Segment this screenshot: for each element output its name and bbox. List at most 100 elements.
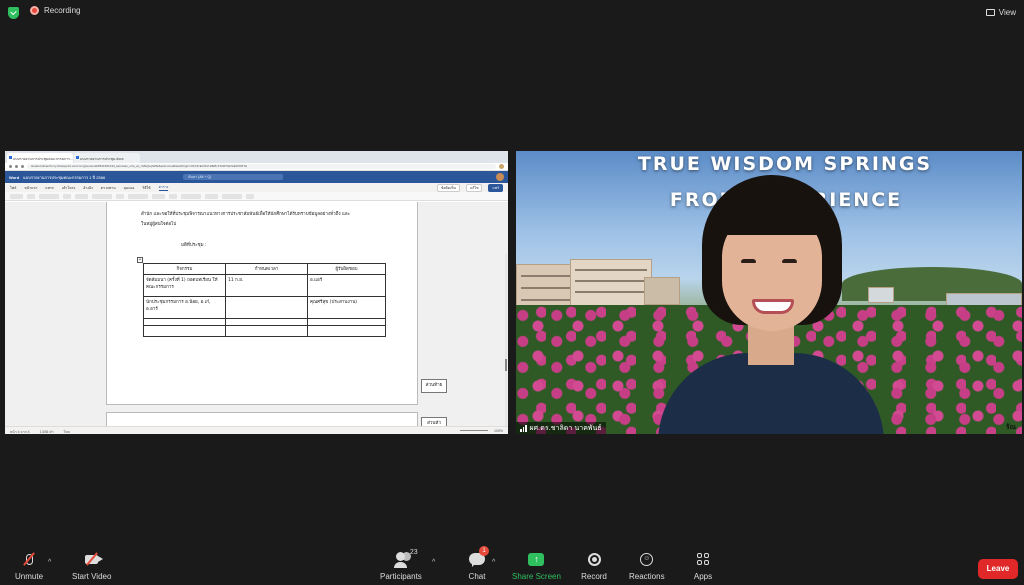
- footer-label-button[interactable]: ส่วนท้าย: [421, 379, 447, 393]
- word-user-avatar[interactable]: [496, 173, 504, 181]
- ribbon-control[interactable]: [75, 193, 88, 199]
- smiley-icon: ☺: [640, 552, 654, 566]
- chat-button[interactable]: 1 Chat: [464, 546, 490, 581]
- table-cell[interactable]: [143, 318, 226, 326]
- ribbon-tab-references[interactable]: อ้างอิง: [83, 185, 93, 191]
- ribbon-tab-help[interactable]: วิธีใช้: [142, 185, 150, 191]
- table-header-cell[interactable]: ผู้รับผิดชอบ: [307, 263, 386, 275]
- table-cell[interactable]: 11 ก.ย.: [225, 274, 308, 297]
- table-cell[interactable]: [307, 325, 386, 337]
- forward-icon[interactable]: [15, 165, 18, 168]
- editing-button[interactable]: แก้ไข: [465, 183, 483, 192]
- browser-tab-2[interactable]: แบบรายงานการประชุม.docx: [74, 153, 140, 163]
- background-building: [868, 287, 894, 303]
- profile-avatar[interactable]: [499, 164, 504, 169]
- leave-button[interactable]: Leave: [978, 559, 1018, 579]
- ribbon-control[interactable]: [128, 193, 148, 199]
- chat-caret-icon[interactable]: ^: [492, 559, 495, 566]
- table-cell[interactable]: นักประชุมกรรมการ อ.น้อย, อ.เก๋, อ.อาร์: [143, 296, 226, 319]
- view-grid-icon: [985, 9, 995, 16]
- table-cell[interactable]: [225, 296, 308, 319]
- security-shield-icon[interactable]: [8, 7, 19, 19]
- share-doc-button[interactable]: แชร์: [488, 183, 503, 192]
- language[interactable]: ไทย: [64, 429, 70, 434]
- table-header-cell[interactable]: กำหนดเวลา: [225, 263, 308, 275]
- document-scrollbar[interactable]: [505, 254, 507, 434]
- word-app-name[interactable]: Word: [9, 175, 19, 180]
- audio-options-caret-icon[interactable]: ^: [48, 559, 51, 566]
- table-cell[interactable]: [307, 318, 386, 326]
- recording-indicator[interactable]: Recording: [30, 6, 80, 15]
- reactions-button[interactable]: ☺ Reactions: [629, 549, 665, 581]
- ribbon-control[interactable]: [116, 193, 124, 199]
- apps-label: Apps: [693, 572, 713, 581]
- ribbon-control[interactable]: [152, 193, 165, 199]
- person-eye: [782, 259, 797, 263]
- table-cell[interactable]: อ.แอร์: [307, 274, 386, 297]
- table-cell[interactable]: [225, 325, 308, 337]
- chat-icon: 1: [464, 546, 490, 569]
- document-canvas[interactable]: สำนัก และขอให้ที่ประชุมพิจารณาแนวทางการป…: [5, 202, 508, 434]
- unmute-button[interactable]: Unmute: [15, 549, 43, 581]
- ribbon-control[interactable]: [92, 193, 112, 199]
- ribbon-tab-review[interactable]: ตรวจทาน: [101, 185, 116, 191]
- doc-table[interactable]: กิจกรรม กำหนดเวลา ผู้รับผิดชอบ จัดสัมมนา…: [143, 263, 386, 337]
- ribbon-tabs: ไฟล์ หน้าแรก แทรก เค้าโครง อ้างอิง ตรวจท…: [5, 183, 508, 192]
- ribbon-control[interactable]: [63, 193, 71, 199]
- banner-line-1: TRUE WISDOM SPRINGS: [637, 153, 933, 175]
- comments-button[interactable]: ข้อคิดเห็น: [436, 183, 460, 192]
- start-video-button[interactable]: Start Video: [72, 549, 111, 581]
- ribbon-control[interactable]: [222, 193, 242, 199]
- person-eye: [741, 259, 756, 263]
- table-row: [143, 318, 386, 326]
- ribbon-control[interactable]: [169, 193, 177, 199]
- record-button[interactable]: Record: [581, 549, 607, 581]
- word-search-box[interactable]: ค้นหา (Alt + Q): [183, 174, 284, 180]
- participants-button[interactable]: 23 Participants: [380, 549, 422, 581]
- table-cell[interactable]: [143, 325, 226, 337]
- participants-label: Participants: [380, 572, 422, 581]
- doc-heading: มติที่ประชุม :: [181, 243, 207, 248]
- table-header-cell[interactable]: กิจกรรม: [143, 263, 226, 275]
- ribbon-tab-home[interactable]: หน้าแรก: [24, 185, 37, 191]
- url-field[interactable]: studentmfuacth-my.sharepoint.com/:w:/g/p…: [27, 164, 496, 169]
- shared-screen[interactable]: แบบรายงานการประชุมคณะกรรมการ... แบบรายงา…: [5, 151, 508, 434]
- page-count: หน้า 4 จาก 4: [10, 430, 30, 434]
- doc-title[interactable]: แบบรายงานการประชุมคณะกรรมการ 1 ปี 2566: [23, 174, 105, 181]
- zoom-controls: 100%: [460, 429, 503, 433]
- ribbon-control[interactable]: [10, 193, 23, 199]
- audio-level-icon: [520, 424, 527, 432]
- ribbon-tab-insert[interactable]: แทรก: [45, 185, 54, 191]
- participants-caret-icon[interactable]: ^: [432, 559, 435, 566]
- back-icon[interactable]: [9, 165, 12, 168]
- person-neck: [748, 325, 794, 365]
- ribbon-control[interactable]: [246, 193, 254, 199]
- view-button[interactable]: View: [985, 8, 1016, 17]
- participant-name-tag: ผศ.ดร.ชาลิดา นาคพันธ์: [516, 422, 606, 434]
- share-screen-button[interactable]: ↑ Share Screen: [512, 549, 561, 581]
- ribbon-control[interactable]: [181, 193, 201, 199]
- reactions-label: Reactions: [629, 572, 665, 581]
- ribbon-tab-layout[interactable]: เค้าโครง: [62, 185, 75, 191]
- table-row: จัดสัมมนา (ครั้งที่ 1) ถอดบทเรียน ให้คณะ…: [143, 274, 386, 297]
- meeting-topbar: Recording View: [0, 0, 1024, 26]
- ribbon-control[interactable]: [205, 193, 218, 199]
- table-cell[interactable]: จัดสัมมนา (ครั้งที่ 1) ถอดบทเรียน ให้คณะ…: [143, 274, 226, 297]
- ribbon-control[interactable]: [27, 193, 35, 199]
- browser-address-bar: studentmfuacth-my.sharepoint.com/:w:/g/p…: [5, 163, 508, 171]
- reload-icon[interactable]: [21, 165, 24, 168]
- ribbon-tab-file[interactable]: ไฟล์: [10, 185, 16, 191]
- zoom-level[interactable]: 100%: [494, 429, 503, 433]
- browser-tab-1[interactable]: แบบรายงานการประชุมคณะกรรมการ...: [7, 153, 73, 163]
- document-page[interactable]: สำนัก และขอให้ที่ประชุมพิจารณาแนวทางการป…: [106, 202, 418, 405]
- ribbon-control[interactable]: [39, 193, 59, 199]
- ribbon-tab-view[interactable]: มุมมอง: [124, 185, 135, 191]
- browser-tab-strip: แบบรายงานการประชุมคณะกรรมการ... แบบรายงา…: [5, 151, 508, 163]
- table-cell[interactable]: [225, 318, 308, 326]
- table-cell[interactable]: คุณศรีสุข (ประสานงาน): [307, 296, 386, 319]
- ribbon-tab-table[interactable]: ตาราง: [158, 184, 169, 191]
- apps-button[interactable]: Apps: [690, 549, 716, 581]
- participant-video[interactable]: TRUE WISDOM SPRINGS FROM LIV ERIENCE ประ…: [516, 151, 1022, 434]
- zoom-slider[interactable]: [460, 430, 489, 431]
- view-label: View: [998, 8, 1016, 17]
